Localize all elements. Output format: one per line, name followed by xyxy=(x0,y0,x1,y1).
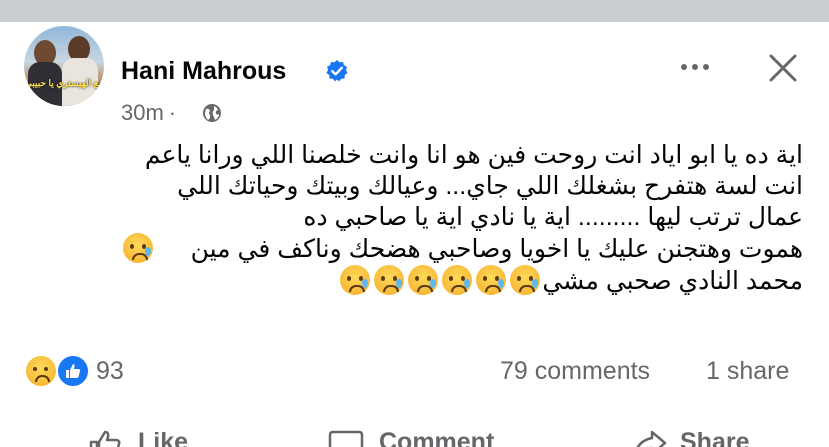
post-line-3: عمال ترتب ليها ......... اية يا نادي اية… xyxy=(303,203,803,231)
author-name[interactable]: Hani Mahrous xyxy=(121,56,286,86)
crying-face-emoji-icon xyxy=(442,265,473,295)
close-icon[interactable] xyxy=(767,52,799,84)
post-line-4-row: هموت وهتجنن عليك يا اخويا وصاحبي هضحك ون… xyxy=(122,233,803,265)
post-line-5: محمد النادي صحبي مشي xyxy=(542,267,803,295)
action-bar: Like Comment Share xyxy=(0,425,829,447)
post-body: اية ده يا ابو اياد انت روحت فين هو انا و… xyxy=(122,140,803,297)
comments-count[interactable]: 79 comments xyxy=(500,356,650,386)
feed-separator-bar xyxy=(0,0,829,22)
verified-badge-icon xyxy=(326,60,348,82)
globe-icon[interactable] xyxy=(202,103,222,123)
meta-separator: · xyxy=(168,100,177,125)
post-line-4: هموت وهتجنن عليك يا اخويا وصاحبي هضحك ون… xyxy=(190,235,803,263)
crying-face-emoji-icon xyxy=(340,265,371,295)
like-label: Like xyxy=(138,428,189,447)
reaction-icons[interactable] xyxy=(24,354,94,388)
post-time[interactable]: 30m xyxy=(121,100,164,125)
comment-label: Comment xyxy=(379,428,495,447)
post-line-1: اية ده يا ابو اياد انت روحت فين هو انا و… xyxy=(144,141,803,169)
shares-count[interactable]: 1 share xyxy=(706,356,789,386)
more-options-icon[interactable] xyxy=(677,55,713,79)
comment-icon xyxy=(328,430,364,447)
like-outline-icon xyxy=(89,430,121,447)
crying-face-emoji-icon xyxy=(122,233,153,263)
post-line-5-row: محمد النادي صحبي مشي xyxy=(183,265,803,297)
avatar-caption: مع الهيستري يا حبيبي xyxy=(24,78,104,88)
sad-icon xyxy=(24,354,58,388)
author-avatar[interactable]: مع الهيستري يا حبيبي xyxy=(24,26,104,106)
post-meta: 30m · xyxy=(121,99,181,127)
crying-face-emoji-icon xyxy=(476,265,507,295)
share-icon xyxy=(636,430,667,447)
crying-face-emoji-icon xyxy=(374,265,405,295)
post-line-2: انت لسة هتفرح بشغلك اللي جاي... وعيالك و… xyxy=(177,172,803,200)
crying-face-emoji-icon xyxy=(408,265,439,295)
reaction-count[interactable]: 93 xyxy=(96,356,124,386)
like-icon xyxy=(56,354,90,388)
share-label: Share xyxy=(680,428,750,447)
crying-face-emoji-icon xyxy=(510,265,541,295)
